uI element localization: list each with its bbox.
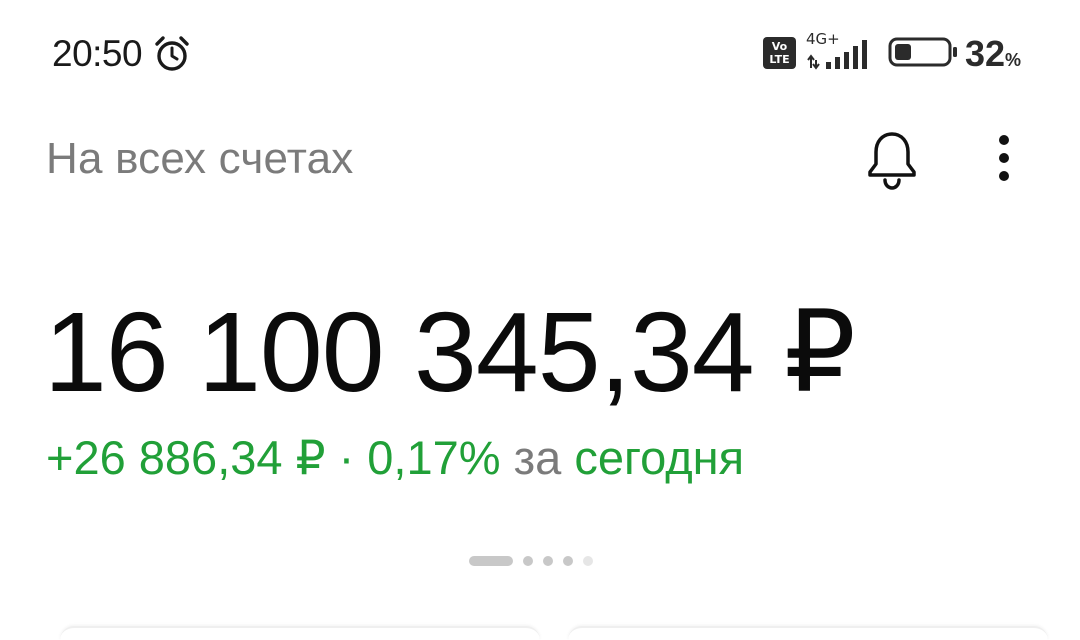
battery-icon — [888, 37, 957, 67]
status-bar: 20:50 Vo LTE 4G+ 32% — [0, 0, 1080, 100]
total-balance: 16 100 345,34 ₽ — [44, 289, 856, 415]
page-indicator-dot[interactable] — [543, 556, 553, 566]
more-options-button[interactable] — [980, 128, 1028, 192]
daily-change-amount: +26 886,34 ₽ — [46, 431, 326, 484]
daily-change-period: сегодня — [574, 431, 745, 484]
account-card[interactable] — [60, 626, 540, 640]
battery-unit: % — [1005, 50, 1022, 70]
alarm-clock-icon — [155, 36, 189, 71]
daily-change-separator: · — [338, 431, 355, 484]
page-indicator-dot[interactable] — [563, 556, 573, 566]
battery-percentage: 32% — [965, 33, 1021, 81]
signal-strength-icon — [807, 40, 867, 70]
page-indicator-dot[interactable] — [523, 556, 533, 566]
daily-change-period-prefix: за — [513, 431, 562, 484]
volte-label-bottom: LTE — [769, 53, 790, 66]
battery-level: 32 — [965, 33, 1006, 74]
volte-label-top: Vo — [771, 40, 788, 53]
notifications-button[interactable] — [860, 128, 924, 192]
more-vertical-icon — [999, 135, 1009, 181]
account-card[interactable] — [568, 626, 1048, 640]
page-indicator[interactable] — [469, 555, 593, 567]
page-indicator-dot[interactable] — [583, 556, 593, 566]
page-indicator-active[interactable] — [469, 556, 513, 566]
volte-icon: Vo LTE — [763, 37, 796, 69]
daily-change: +26 886,34 ₽ · 0,17% за сегодня — [46, 428, 744, 488]
daily-change-percent: 0,17% — [367, 431, 501, 484]
page-title: На всех счетах — [46, 134, 354, 183]
bell-icon — [868, 132, 916, 190]
status-time: 20:50 — [52, 33, 143, 74]
